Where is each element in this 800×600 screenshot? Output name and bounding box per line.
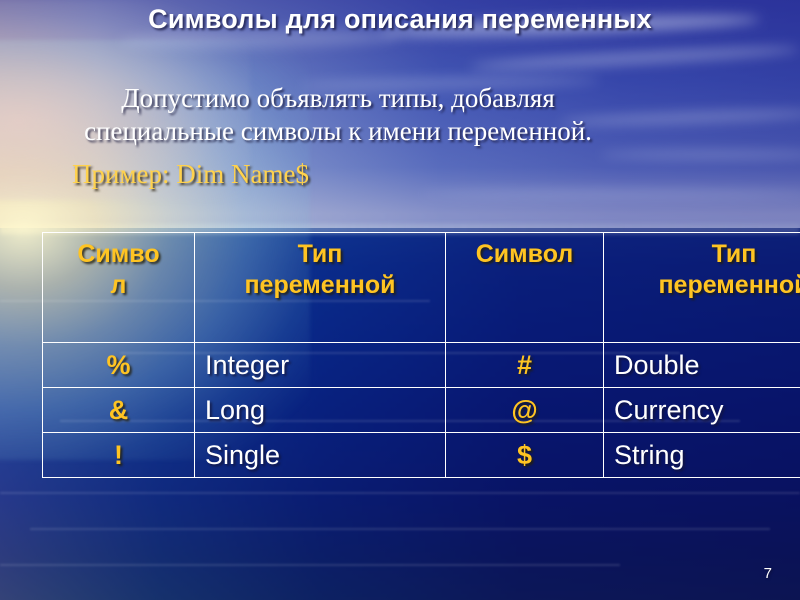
body-line-2: специальные символы к имени переменной. <box>84 116 592 146</box>
table-header-row: Симво л Тип переменной Символ Тип переме… <box>42 232 800 343</box>
cell-symbol-left: ! <box>42 432 195 478</box>
table-row: ! Single $ String <box>42 432 800 478</box>
table-row: & Long @ Currency <box>42 387 800 433</box>
cell-type-left: Integer <box>194 342 446 388</box>
presentation-slide: Символы для описания переменных Допустим… <box>0 0 800 600</box>
header-type-left-line1: Тип <box>297 240 343 268</box>
example-text: Пример: Dim Name$ <box>72 159 309 189</box>
water-ripple <box>0 492 800 494</box>
symbols-table: Симво л Тип переменной Символ Тип переме… <box>42 232 800 478</box>
cell-symbol-right: $ <box>445 432 604 478</box>
page-number: 7 <box>763 565 772 582</box>
header-symbol-left-line1: Симво <box>77 240 160 268</box>
slide-title: Символы для описания переменных <box>148 4 652 34</box>
header-cell-type-left: Тип переменной <box>194 232 446 343</box>
cloud-streak-icon <box>420 190 800 198</box>
cell-symbol-left: % <box>42 342 195 388</box>
header-cell-symbol-right: Символ <box>445 232 604 343</box>
cell-type-right: Currency <box>603 387 800 433</box>
header-type-right-line2: переменной <box>658 271 800 299</box>
cell-type-right: Double <box>603 342 800 388</box>
water-ripple <box>0 564 620 566</box>
header-cell-symbol-left: Симво л <box>42 232 195 343</box>
water-ripple <box>30 528 770 530</box>
header-symbol-right-line1: Символ <box>475 240 574 268</box>
cell-symbol-left: & <box>42 387 195 433</box>
slide-body-text: Допустимо объявлять типы, добавляя специ… <box>28 82 648 148</box>
cell-type-left: Long <box>194 387 446 433</box>
table-row: % Integer # Double <box>42 342 800 388</box>
cell-type-right: String <box>603 432 800 478</box>
cell-type-left: Single <box>194 432 446 478</box>
body-line-1: Допустимо объявлять типы, добавляя <box>121 83 555 113</box>
cell-symbol-right: # <box>445 342 604 388</box>
header-type-left-line2: переменной <box>244 271 396 299</box>
header-type-right-line1: Тип <box>711 240 757 268</box>
header-cell-type-right: Тип переменной <box>603 232 800 343</box>
header-symbol-left-line2: л <box>110 271 127 299</box>
cell-symbol-right: @ <box>445 387 604 433</box>
